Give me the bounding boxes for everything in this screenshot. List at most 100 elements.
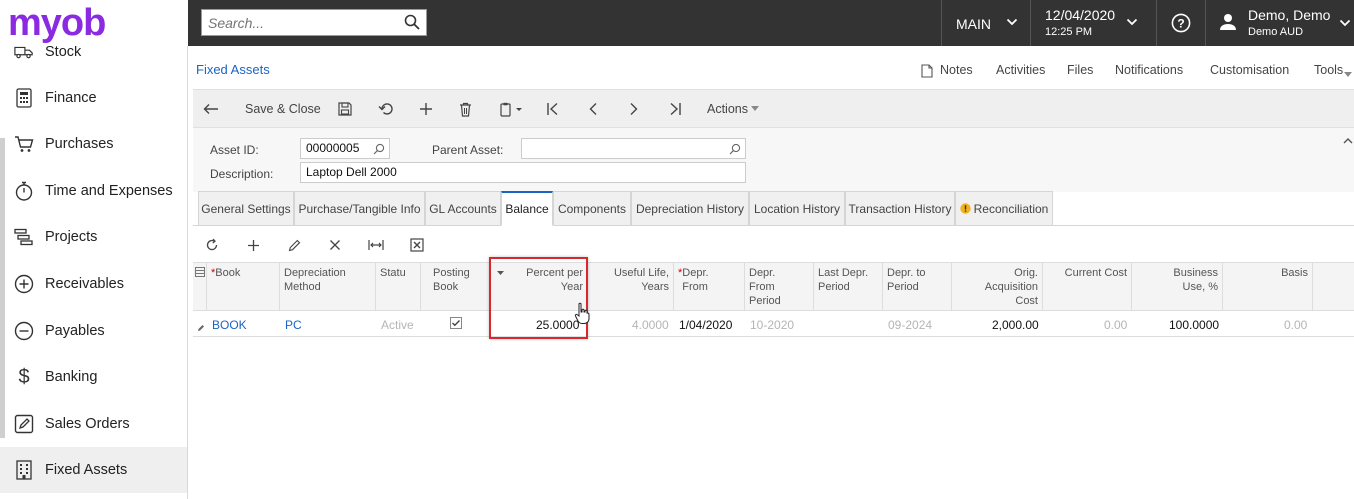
tab-purchase-tangible-info[interactable]: Purchase/Tangible Info: [294, 191, 425, 226]
fit-columns-icon[interactable]: [366, 236, 386, 254]
tab-label: GL Accounts: [429, 201, 497, 216]
row-edit-icon: [197, 321, 205, 335]
branch-selector[interactable]: MAIN: [941, 0, 1030, 46]
notes-icon[interactable]: [921, 64, 933, 81]
cart-icon: [14, 134, 34, 154]
back-icon[interactable]: [203, 90, 219, 128]
customisation-link[interactable]: Customisation: [1210, 63, 1289, 77]
user-icon: [1219, 13, 1237, 34]
column-header-orig-acquisition-cost[interactable]: Orig. Acquisition Cost: [951, 262, 1042, 311]
tab-location-history[interactable]: Location History: [749, 191, 845, 226]
refresh-icon[interactable]: [202, 236, 222, 254]
business-time: 12:25 PM: [1045, 26, 1093, 38]
search-icon[interactable]: [373, 142, 385, 161]
column-header-business-use[interactable]: Business Use, %: [1131, 262, 1222, 311]
tools-menu[interactable]: Tools: [1314, 63, 1343, 77]
tab-balance[interactable]: Balance: [501, 191, 553, 226]
row-settings-icon[interactable]: [195, 266, 205, 280]
tab-reconciliation[interactable]: Reconciliation: [955, 191, 1053, 226]
logo-area: myob: [0, 0, 188, 46]
export-excel-icon[interactable]: [407, 236, 427, 254]
column-header-posting-book[interactable]: Posting Book: [420, 262, 490, 311]
chevron-up-icon[interactable]: [1343, 134, 1353, 148]
search-icon[interactable]: [404, 14, 420, 33]
user-menu[interactable]: Demo, Demo Demo AUD: [1205, 0, 1354, 46]
actions-menu[interactable]: Actions: [707, 90, 748, 128]
add-row-icon[interactable]: [243, 236, 263, 254]
business-date: 12/04/2020: [1045, 7, 1116, 23]
tab-gl-accounts[interactable]: GL Accounts: [425, 191, 501, 226]
tab-general-settings[interactable]: General Settings: [198, 191, 294, 226]
sidebar-item-fixed-assets[interactable]: Fixed Assets: [0, 447, 187, 493]
dollar-icon: $: [18, 365, 30, 388]
previous-record-icon[interactable]: [588, 90, 598, 128]
cell-depr-from[interactable]: 1/04/2020: [679, 318, 732, 332]
first-record-icon[interactable]: [546, 90, 560, 128]
last-record-icon[interactable]: [668, 90, 682, 128]
tab-label: General Settings: [201, 201, 291, 216]
notes-link[interactable]: Notes: [940, 63, 973, 77]
cell-orig-acquisition-cost[interactable]: 2,000.00: [992, 318, 1039, 332]
column-header-depr-to-period[interactable]: Depr. to Period: [882, 262, 951, 311]
sidebar-item-label: Sales Orders: [45, 416, 130, 432]
column-header-useful-life[interactable]: Useful Life, Years: [587, 262, 673, 311]
hand-cursor-icon: [574, 302, 590, 329]
svg-text:?: ?: [1177, 17, 1184, 31]
sidebar-item-label: Finance: [45, 90, 97, 106]
search-box[interactable]: [201, 9, 427, 36]
delete-icon[interactable]: [459, 90, 472, 128]
cell-depr-from-period: 10-2020: [750, 318, 795, 332]
search-input[interactable]: [202, 10, 392, 35]
header-label: Book: [215, 267, 241, 279]
edit-icon[interactable]: [284, 236, 304, 254]
column-header-depreciation-method[interactable]: Depreciation Method: [279, 262, 375, 311]
next-record-icon[interactable]: [629, 90, 639, 128]
notifications-link[interactable]: Notifications: [1115, 63, 1183, 77]
description-field[interactable]: Laptop Dell 2000: [300, 162, 746, 183]
help-button[interactable]: ?: [1156, 0, 1205, 46]
header-label: Depr. From Period: [749, 267, 781, 307]
myob-logo[interactable]: myob: [8, 1, 106, 45]
column-header-book[interactable]: *Book: [206, 262, 279, 311]
copy-paste-icon[interactable]: [500, 90, 524, 128]
column-header-depr-from[interactable]: *Depr. From: [673, 262, 744, 311]
files-link[interactable]: Files: [1067, 63, 1093, 77]
search-icon[interactable]: [729, 142, 741, 161]
tab-depreciation-history[interactable]: Depreciation History: [631, 191, 749, 226]
sidebar-item-finance[interactable]: Finance: [0, 75, 187, 121]
delete-row-icon[interactable]: [325, 236, 345, 254]
parent-asset-field[interactable]: [521, 138, 746, 159]
asset-id-field[interactable]: 00000005: [300, 138, 390, 159]
column-header-status[interactable]: Statu: [375, 262, 420, 311]
sidebar-item-banking[interactable]: $ Banking: [0, 354, 187, 400]
help-icon: ?: [1171, 13, 1191, 36]
column-header-basis[interactable]: Basis: [1222, 262, 1312, 311]
column-header-depr-from-period[interactable]: Depr. From Period: [744, 262, 813, 311]
tab-components[interactable]: Components: [553, 191, 631, 226]
undo-icon[interactable]: [378, 90, 394, 128]
sidebar-item-payables[interactable]: Payables: [0, 308, 187, 354]
tab-transaction-history[interactable]: Transaction History: [845, 191, 955, 226]
sidebar-item-purchases[interactable]: Purchases: [0, 121, 187, 167]
activities-link[interactable]: Activities: [996, 63, 1045, 77]
cell-business-use[interactable]: 100.0000: [1169, 318, 1219, 332]
header-label: Depreciation Method: [284, 267, 346, 293]
branch-label: MAIN: [956, 16, 991, 32]
header-label: Orig. Acquisition Cost: [984, 267, 1038, 307]
save-icon[interactable]: [338, 90, 352, 128]
posting-book-checkbox[interactable]: [450, 317, 462, 332]
column-header-last-depr-period[interactable]: Last Depr. Period: [813, 262, 882, 311]
top-bar: MAIN 12/04/2020 12:25 PM ? Demo, Demo De…: [188, 0, 1354, 46]
sidebar-item-sales-orders[interactable]: Sales Orders: [0, 401, 187, 447]
save-close-button[interactable]: Save & Close: [245, 90, 321, 128]
sidebar-item-label: Banking: [45, 369, 98, 385]
sidebar-item-projects[interactable]: Projects: [0, 214, 187, 260]
sidebar-item-receivables[interactable]: Receivables: [0, 261, 187, 307]
date-selector[interactable]: 12/04/2020 12:25 PM: [1030, 0, 1156, 46]
sidebar-item-time-and-expenses[interactable]: Time and Expenses: [0, 168, 187, 214]
add-icon[interactable]: [419, 90, 433, 128]
cell-book[interactable]: BOOK: [212, 318, 247, 332]
column-header-current-cost[interactable]: Current Cost: [1042, 262, 1131, 311]
cell-depreciation-method[interactable]: PC: [285, 318, 302, 332]
page-title[interactable]: Fixed Assets: [196, 62, 270, 77]
